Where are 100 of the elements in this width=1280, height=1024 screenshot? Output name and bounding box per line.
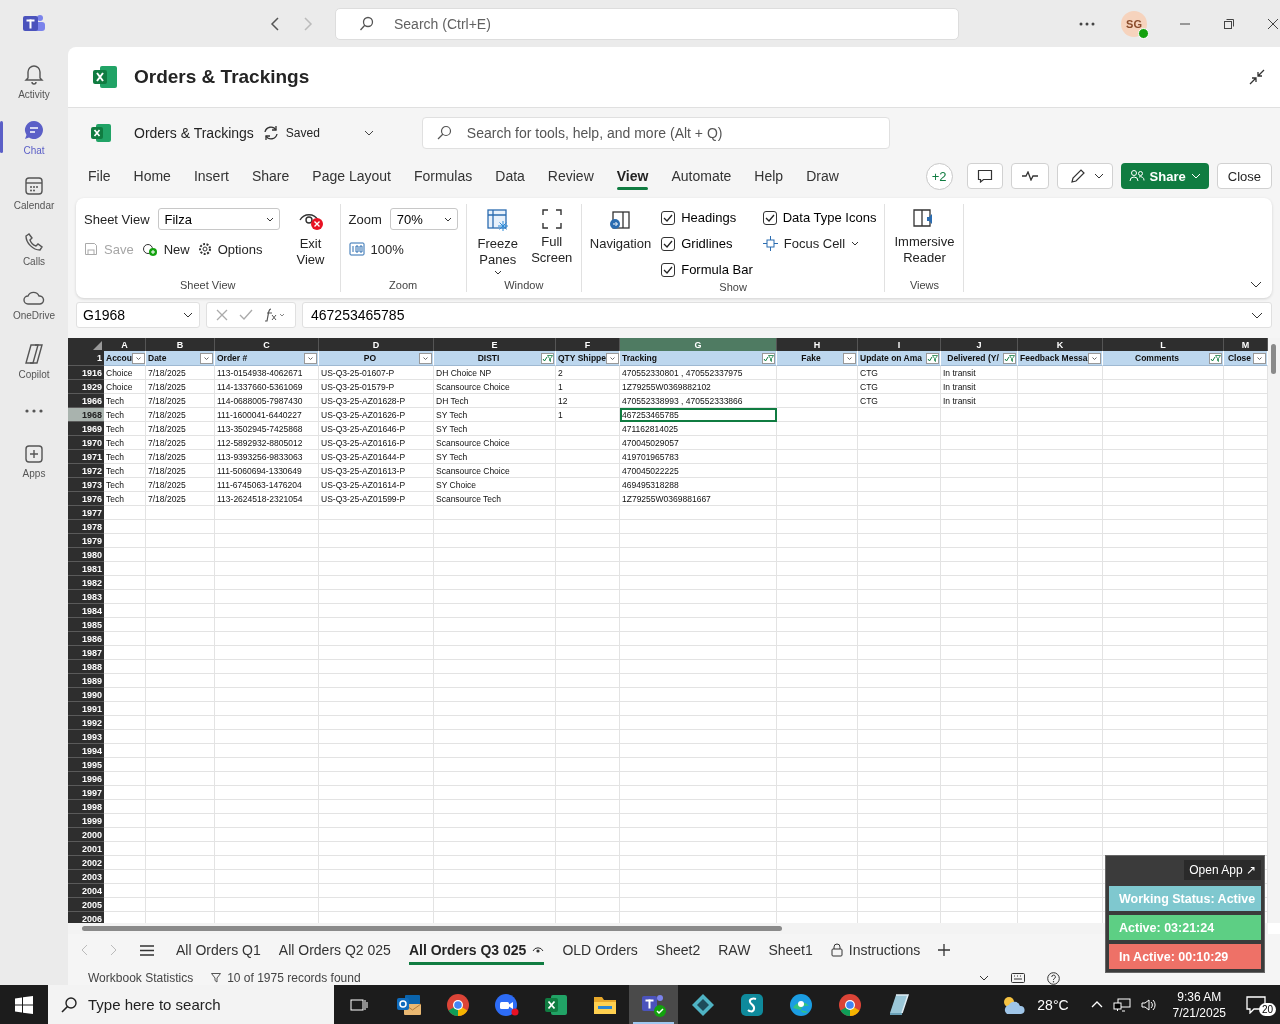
horizontal-scrollbar[interactable] — [68, 923, 1268, 934]
menu-tab[interactable]: Draw — [806, 162, 839, 190]
collapse-icon[interactable] — [1248, 68, 1266, 86]
row-header[interactable]: 1973 — [68, 478, 104, 492]
checkbox-option[interactable]: Formula Bar — [661, 258, 753, 281]
row-header[interactable]: 1995 — [68, 758, 104, 772]
row-header[interactable]: 2003 — [68, 870, 104, 884]
menu-tab[interactable]: Data — [495, 162, 525, 190]
chevron-down-icon[interactable] — [363, 130, 374, 136]
row-header[interactable]: 1929 — [68, 380, 104, 394]
checkbox-option[interactable]: Data Type Icons — [762, 206, 877, 229]
row-header[interactable]: 1996 — [68, 772, 104, 786]
row-header[interactable]: 1982 — [68, 576, 104, 590]
editing-mode-button[interactable] — [1056, 163, 1113, 189]
function-icon[interactable] — [263, 308, 286, 322]
row-header[interactable]: 1980 — [68, 548, 104, 562]
maximize-icon[interactable] — [1223, 17, 1235, 30]
row-header[interactable]: 1988 — [68, 660, 104, 674]
row-header[interactable]: 1977 — [68, 506, 104, 520]
menu-tab[interactable]: Help — [754, 162, 784, 190]
filter-dropdown-icon[interactable] — [132, 352, 145, 364]
row-header[interactable]: 1968 — [68, 408, 104, 422]
row-header[interactable]: 1972 — [68, 464, 104, 478]
row-header[interactable]: 1991 — [68, 702, 104, 716]
filter-applied-icon[interactable] — [1003, 352, 1016, 364]
sheet-tab[interactable]: Sheet2 — [655, 935, 701, 965]
check-icon[interactable] — [239, 309, 253, 321]
filter-dropdown-icon[interactable] — [304, 352, 317, 364]
sheet-tab[interactable]: RAW — [718, 935, 751, 965]
row-header[interactable]: 1 — [68, 351, 104, 366]
navigation-button[interactable]: Navigation — [589, 204, 652, 281]
task-view-icon[interactable] — [350, 996, 368, 1013]
exit-view-button[interactable]: Exit View — [289, 204, 332, 279]
rail-item[interactable]: Calendar — [0, 167, 68, 219]
rail-item[interactable]: Chat — [0, 111, 68, 163]
share-button[interactable]: Share — [1120, 163, 1209, 189]
focus-cell-button[interactable]: Focus Cell — [762, 232, 877, 254]
row-header[interactable]: 1997 — [68, 786, 104, 800]
comment-button[interactable] — [966, 163, 1003, 189]
rail-item[interactable]: Apps — [0, 435, 68, 487]
row-header[interactable]: 1971 — [68, 450, 104, 464]
row-header[interactable]: 1985 — [68, 618, 104, 632]
menu-tab[interactable]: Page Layout — [312, 162, 391, 190]
close-icon[interactable] — [1267, 17, 1279, 30]
rail-item[interactable]: Activity — [0, 55, 68, 107]
back-icon[interactable] — [270, 16, 280, 31]
user-avatar[interactable]: SG — [1121, 10, 1147, 37]
row-header[interactable]: 2002 — [68, 856, 104, 870]
new-button[interactable]: New — [141, 238, 190, 260]
name-box[interactable]: G1968 — [76, 302, 200, 328]
row-header[interactable]: 1986 — [68, 632, 104, 646]
filter-dropdown-icon[interactable] — [419, 352, 432, 364]
vertical-scrollbar[interactable] — [1268, 338, 1280, 923]
close-button[interactable]: Close — [1216, 163, 1272, 189]
rail-item[interactable]: Copilot — [0, 335, 68, 387]
row-header[interactable]: 1987 — [68, 646, 104, 660]
row-header[interactable]: 1992 — [68, 716, 104, 730]
collaborators-badge[interactable]: +2 — [925, 162, 953, 190]
clock-date[interactable]: 7/21/2025 — [1172, 1005, 1226, 1020]
row-header[interactable]: 1970 — [68, 436, 104, 450]
immersive-reader-button[interactable]: Immersive Reader — [893, 204, 956, 279]
search-field[interactable]: Search (Ctrl+E) — [335, 7, 959, 40]
search-field[interactable]: Search for tools, help, and more (Alt + Q) — [421, 117, 890, 149]
chevron-down-icon[interactable] — [1250, 281, 1262, 288]
menu-tab[interactable]: Home — [133, 162, 171, 190]
sheet-tab[interactable]: Instructions — [830, 935, 921, 965]
options-button[interactable]: Options — [197, 238, 263, 260]
freeze-panes-button[interactable]: Freeze Panes — [474, 204, 521, 279]
formula-field[interactable]: 467253465785 — [302, 302, 1272, 328]
help-icon[interactable] — [1047, 971, 1060, 985]
row-header[interactable]: 1990 — [68, 688, 104, 702]
row-header[interactable]: 1969 — [68, 422, 104, 436]
filter-applied-icon[interactable] — [541, 352, 554, 364]
menu-tab[interactable]: Formulas — [413, 162, 473, 190]
add-sheet-icon[interactable] — [938, 944, 951, 956]
workbook-statistics-link[interactable]: Workbook Statistics — [88, 971, 194, 985]
checkbox-option[interactable]: Headings — [661, 206, 753, 229]
sheet-tab[interactable]: All Orders Q3 025 — [408, 935, 545, 965]
row-header[interactable]: 1976 — [68, 492, 104, 506]
row-header[interactable]: 1983 — [68, 590, 104, 604]
sheet-view-dropdown[interactable]: Filza — [157, 208, 280, 230]
clock-time[interactable]: 9:36 AM — [1177, 989, 1222, 1004]
keyboard-icon[interactable] — [1011, 973, 1025, 983]
search-field[interactable]: Type here to search — [48, 985, 334, 1024]
row-header[interactable]: 2005 — [68, 898, 104, 912]
zoom-dropdown[interactable]: 70% — [389, 208, 458, 230]
row-header[interactable]: 1979 — [68, 534, 104, 548]
filter-dropdown-icon[interactable] — [200, 352, 213, 364]
row-header[interactable]: 1999 — [68, 814, 104, 828]
sheet-tab[interactable]: Sheet1 — [768, 935, 813, 965]
chevron-down-icon[interactable] — [979, 975, 989, 981]
filter-applied-icon[interactable] — [1209, 352, 1222, 364]
filter-applied-icon[interactable] — [926, 352, 939, 364]
filter-dropdown-icon[interactable] — [1088, 352, 1101, 364]
rail-item[interactable]: Calls — [0, 223, 68, 275]
menu-tab[interactable]: Review — [547, 162, 594, 190]
row-header[interactable]: 1989 — [68, 674, 104, 688]
rail-item[interactable]: OneDrive — [0, 279, 68, 331]
start-icon[interactable] — [15, 995, 33, 1014]
row-header[interactable]: 1994 — [68, 744, 104, 758]
